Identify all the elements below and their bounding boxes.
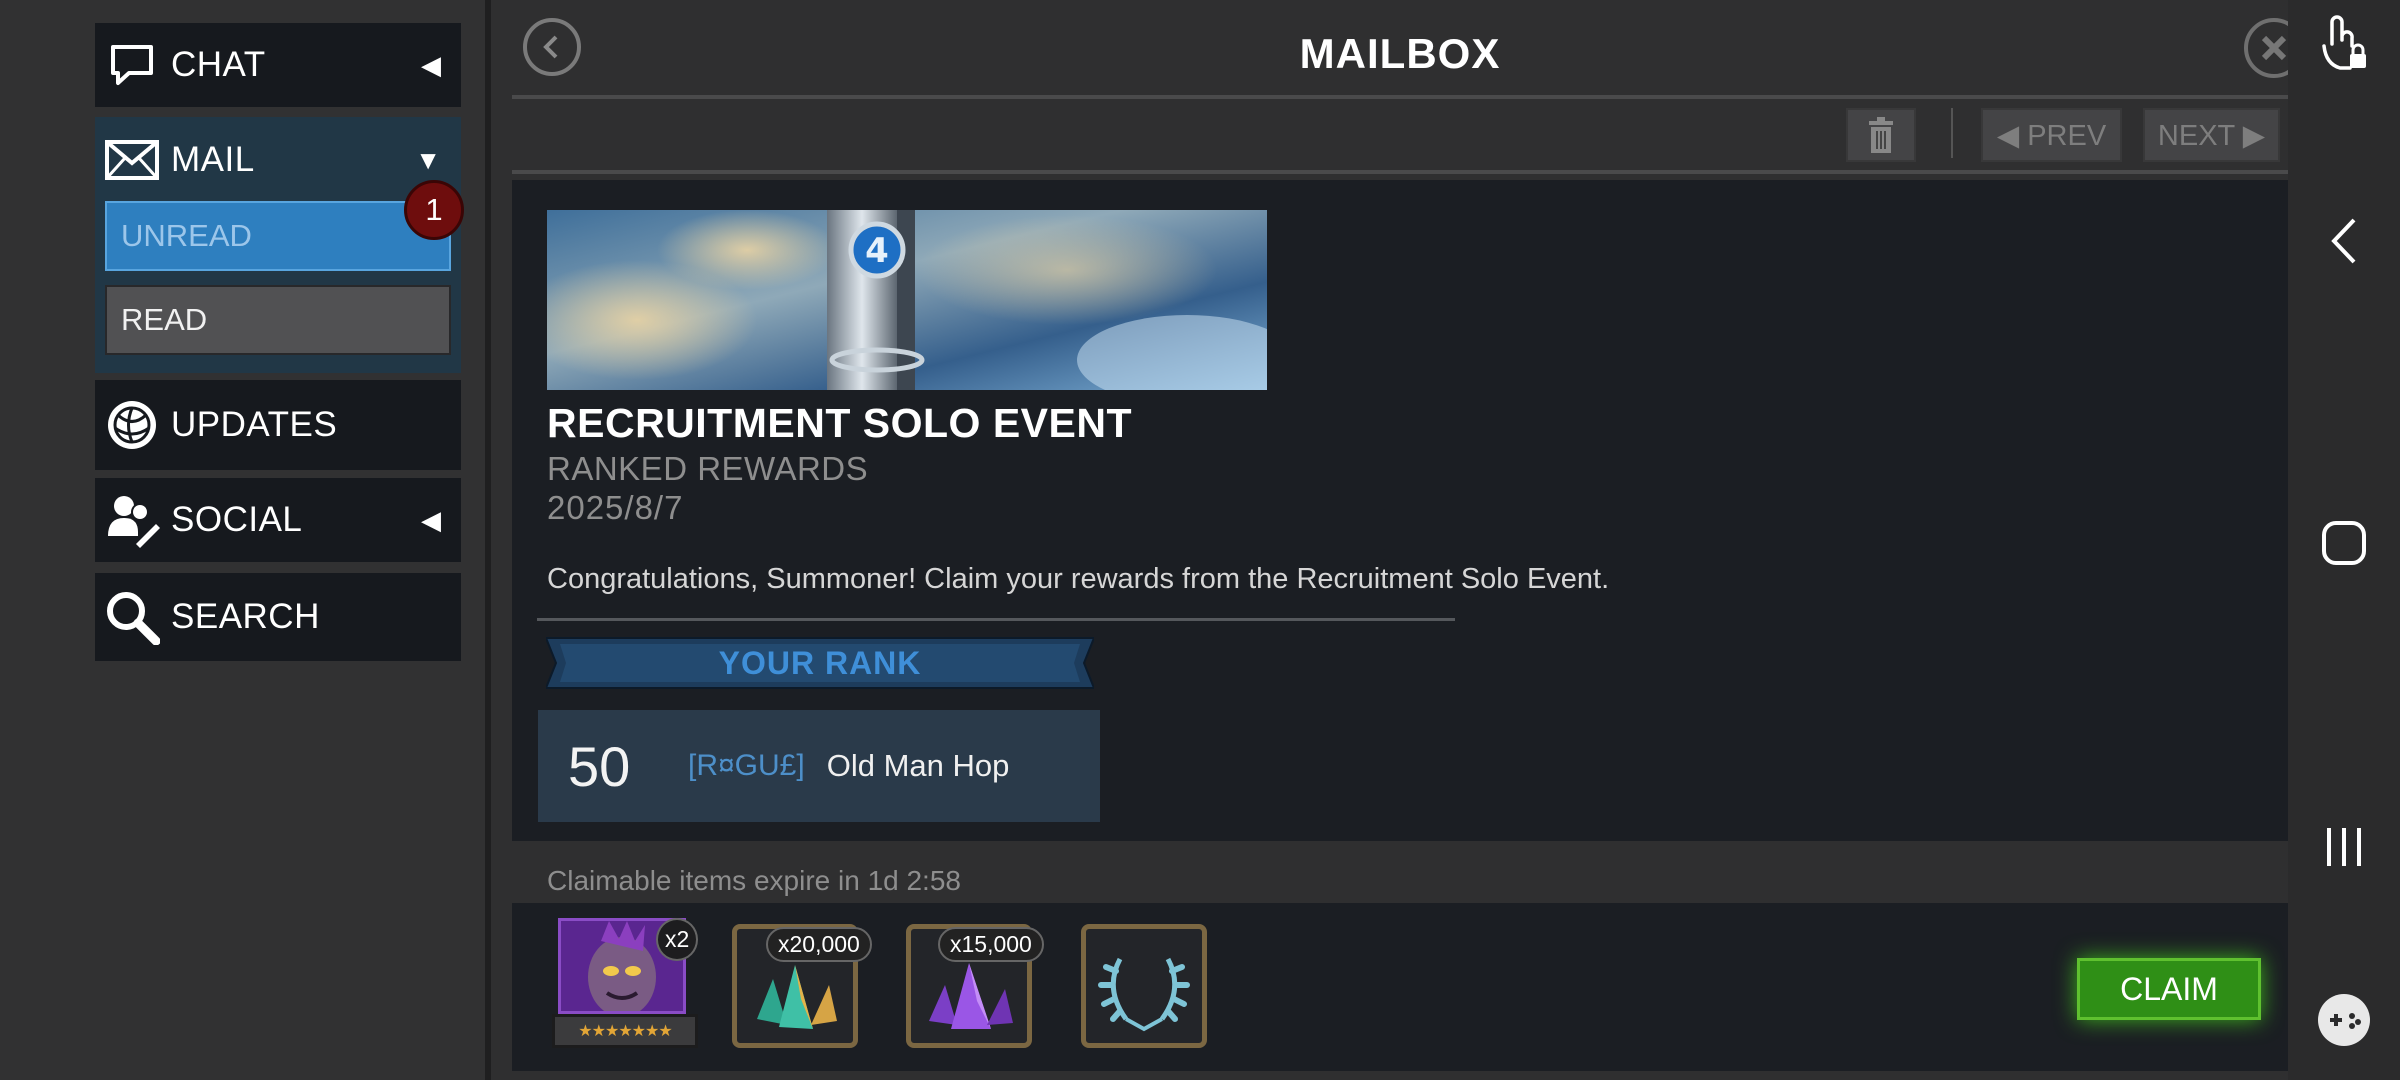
next-button[interactable]: NEXT ▶ xyxy=(2143,108,2280,162)
prev-button[interactable]: ◀ PREV xyxy=(1981,108,2122,162)
content-divider xyxy=(537,618,1455,621)
delete-button[interactable] xyxy=(1846,108,1916,162)
mail-subtitle: RANKED REWARDS xyxy=(547,450,869,487)
rank-number: 50 xyxy=(568,734,631,798)
rank-ribbon: YOUR RANK xyxy=(546,636,1094,690)
event-banner-image: 4 xyxy=(547,210,1267,390)
item-quantity: x15,000 xyxy=(938,927,1044,962)
system-back-icon[interactable] xyxy=(2310,214,2378,268)
star-rating: ★★★★★★★ xyxy=(552,1014,698,1048)
mail-filter-read[interactable]: READ xyxy=(105,285,451,355)
player-name: Old Man Hop xyxy=(826,748,1010,783)
sidebar-item-search[interactable]: SEARCH xyxy=(95,573,461,661)
collapse-arrow-icon: ◀ xyxy=(421,49,441,80)
touch-lock-icon[interactable] xyxy=(2310,14,2378,74)
expand-arrow-icon: ▼ xyxy=(415,144,441,175)
system-recents-icon[interactable] xyxy=(2310,822,2378,872)
trash-icon xyxy=(1869,117,1893,153)
mail-message: Congratulations, Summoner! Claim your re… xyxy=(547,563,1610,595)
sidebar-item-chat[interactable]: CHAT ◀ xyxy=(95,23,461,107)
alliance-tag: [R¤GU£] xyxy=(688,749,805,782)
sidebar-item-social[interactable]: SOCIAL ◀ xyxy=(95,478,461,562)
system-home-icon[interactable] xyxy=(2310,518,2378,568)
search-icon xyxy=(103,588,161,646)
claim-button[interactable]: CLAIM xyxy=(2077,958,2261,1020)
game-controller-icon[interactable] xyxy=(2310,992,2378,1048)
header-divider xyxy=(512,95,2288,99)
toolbar-separator xyxy=(1951,108,1953,158)
sidebar-divider xyxy=(485,0,491,1080)
chat-bubble-icon xyxy=(103,36,161,94)
people-icon xyxy=(103,491,161,549)
sidebar-item-label: UPDATES xyxy=(171,405,338,444)
unread-count-badge: 1 xyxy=(404,180,464,240)
mail-filter-unread[interactable]: UNREAD xyxy=(105,201,451,271)
sidebar-item-label: CHAT xyxy=(171,45,266,84)
sidebar-item-label: SOCIAL xyxy=(171,500,303,539)
sidebar-item-label: MAIL xyxy=(171,140,255,179)
collapse-arrow-icon: ◀ xyxy=(421,504,441,535)
toolbar-divider xyxy=(512,170,2288,174)
mail-title: RECRUITMENT SOLO EVENT xyxy=(547,400,1133,446)
item-quantity: x20,000 xyxy=(766,927,872,962)
chevron-left-icon xyxy=(543,35,558,59)
sidebar-item-mail[interactable]: MAIL ▼ UNREAD READ xyxy=(95,117,461,373)
globe-icon xyxy=(103,396,161,454)
rank-heading: YOUR RANK xyxy=(718,644,922,681)
laurel-wreath-icon xyxy=(1098,957,1190,1032)
sidebar-item-updates[interactable]: UPDATES xyxy=(95,380,461,470)
rank-card: 50 [R¤GU£] Old Man Hop xyxy=(538,710,1100,822)
item-quantity: x2 xyxy=(656,918,699,961)
close-icon xyxy=(2261,35,2287,61)
back-button[interactable] xyxy=(523,18,581,76)
reward-item[interactable] xyxy=(1081,924,1207,1048)
envelope-icon xyxy=(103,131,161,189)
svg-text:4: 4 xyxy=(865,231,889,271)
reward-item[interactable]: ★★★★★★★ x2 xyxy=(552,918,699,1052)
expire-notice: Claimable items expire in 1d 2:58 xyxy=(547,865,961,896)
page-title: MAILBOX xyxy=(1299,30,1501,77)
sidebar-item-label: SEARCH xyxy=(171,597,320,636)
mail-date: 2025/8/7 xyxy=(547,489,684,526)
